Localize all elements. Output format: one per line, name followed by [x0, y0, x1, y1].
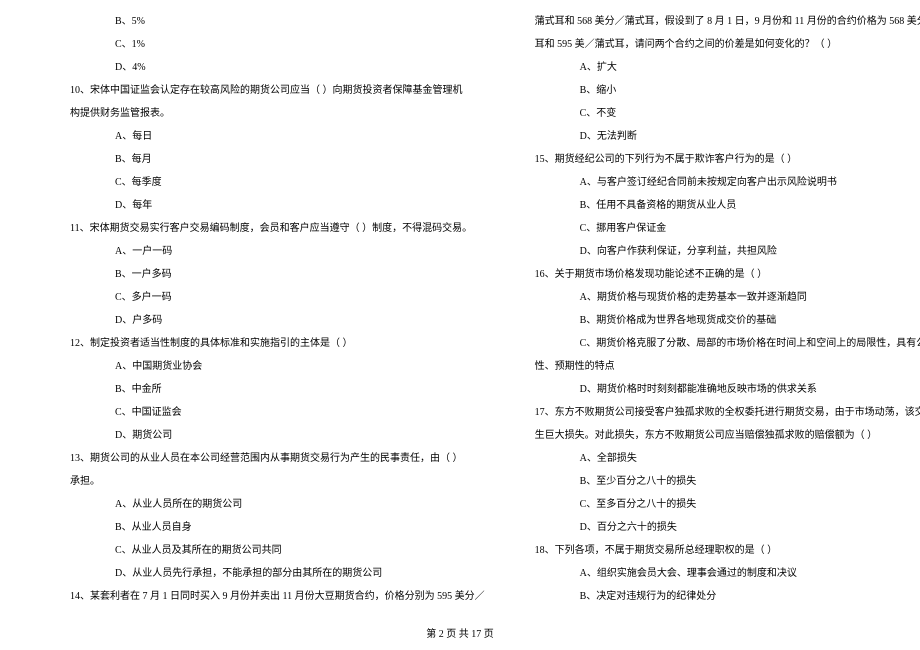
- q10-option-c: C、每季度: [70, 171, 485, 194]
- q16-text: 16、关于期货市场价格发现功能论述不正确的是（ ）: [535, 263, 920, 286]
- q16-option-c: C、期货价格克服了分散、局部的市场价格在时间上和空间上的局限性，具有公开性、连续: [535, 332, 920, 355]
- q14-option-c: C、不变: [535, 102, 920, 125]
- q9-option-c: C、1%: [70, 33, 485, 56]
- q14-cont-line2: 耳和 595 美／蒲式耳，请问两个合约之间的价差是如何变化的？（ ）: [535, 33, 920, 56]
- q17-option-c: C、至多百分之八十的损失: [535, 493, 920, 516]
- q15-option-b: B、任用不具备资格的期货从业人员: [535, 194, 920, 217]
- q11-option-a: A、一户一码: [70, 240, 485, 263]
- q18-option-b: B、决定对违规行为的纪律处分: [535, 585, 920, 608]
- q12-option-c: C、中国证监会: [70, 401, 485, 424]
- q11-text: 11、宋体期货交易实行客户交易编码制度，会员和客户应当遵守（ ）制度，不得混码交…: [70, 217, 485, 240]
- q17-option-b: B、至少百分之八十的损失: [535, 470, 920, 493]
- q13-option-b: B、从业人员自身: [70, 516, 485, 539]
- q18-text: 18、下列各项，不属于期货交易所总经理职权的是（ ）: [535, 539, 920, 562]
- q12-option-b: B、中金所: [70, 378, 485, 401]
- q12-option-a: A、中国期货业协会: [70, 355, 485, 378]
- q16-option-a: A、期货价格与现货价格的走势基本一致并逐渐趋同: [535, 286, 920, 309]
- q15-option-c: C、挪用客户保证金: [535, 217, 920, 240]
- q14-option-d: D、无法判断: [535, 125, 920, 148]
- q13-cont: 承担。: [70, 470, 485, 493]
- q10-cont: 构提供财务监管报表。: [70, 102, 485, 125]
- q14-text: 14、某套利者在 7 月 1 日同时买入 9 月份并卖出 11 月份大豆期货合约…: [70, 585, 485, 608]
- right-column: 蒲式耳和 568 美分／蒲式耳，假设到了 8 月 1 日，9 月份和 11 月份…: [510, 10, 920, 620]
- q13-option-a: A、从业人员所在的期货公司: [70, 493, 485, 516]
- page-container: B、5% C、1% D、4% 10、宋体中国证监会认定存在较高风险的期货公司应当…: [0, 0, 920, 620]
- q17-text: 17、东方不败期货公司接受客户独孤求败的全权委托进行期货交易，由于市场动荡，该交…: [535, 401, 920, 424]
- q9-option-b: B、5%: [70, 10, 485, 33]
- q10-option-d: D、每年: [70, 194, 485, 217]
- q13-text: 13、期货公司的从业人员在本公司经营范围内从事期货交易行为产生的民事责任，由（ …: [70, 447, 485, 470]
- page-footer: 第 2 页 共 17 页: [0, 625, 920, 640]
- q11-option-b: B、一户多码: [70, 263, 485, 286]
- q17-cont: 生巨大损失。对此损失，东方不败期货公司应当赔偿独孤求败的赔偿额为（ ）: [535, 424, 920, 447]
- q14-cont-line1: 蒲式耳和 568 美分／蒲式耳，假设到了 8 月 1 日，9 月份和 11 月份…: [535, 10, 920, 33]
- q15-option-d: D、向客户作获利保证，分享利益，共担风险: [535, 240, 920, 263]
- q14-option-b: B、缩小: [535, 79, 920, 102]
- q10-option-b: B、每月: [70, 148, 485, 171]
- q17-option-a: A、全部损失: [535, 447, 920, 470]
- q12-option-d: D、期货公司: [70, 424, 485, 447]
- q13-option-c: C、从业人员及其所在的期货公司共同: [70, 539, 485, 562]
- q10-text: 10、宋体中国证监会认定存在较高风险的期货公司应当（ ）向期货投资者保障基金管理…: [70, 79, 485, 102]
- q18-option-a: A、组织实施会员大会、理事会通过的制度和决议: [535, 562, 920, 585]
- q16-option-d: D、期货价格时时刻刻都能准确地反映市场的供求关系: [535, 378, 920, 401]
- q11-option-d: D、户多码: [70, 309, 485, 332]
- q16-option-b: B、期货价格成为世界各地现货成交价的基础: [535, 309, 920, 332]
- q12-text: 12、制定投资者适当性制度的具体标准和实施指引的主体是（ ）: [70, 332, 485, 355]
- q10-option-a: A、每日: [70, 125, 485, 148]
- q13-option-d: D、从业人员先行承担，不能承担的部分由其所在的期货公司: [70, 562, 485, 585]
- q14-option-a: A、扩大: [535, 56, 920, 79]
- q17-option-d: D、百分之六十的损失: [535, 516, 920, 539]
- q11-option-c: C、多户一码: [70, 286, 485, 309]
- q16-option-c-cont: 性、预期性的特点: [535, 355, 920, 378]
- q15-text: 15、期货经纪公司的下列行为不属于欺诈客户行为的是（ ）: [535, 148, 920, 171]
- q9-option-d: D、4%: [70, 56, 485, 79]
- left-column: B、5% C、1% D、4% 10、宋体中国证监会认定存在较高风险的期货公司应当…: [0, 10, 510, 620]
- q15-option-a: A、与客户签订经纪合同前未按规定向客户出示风险说明书: [535, 171, 920, 194]
